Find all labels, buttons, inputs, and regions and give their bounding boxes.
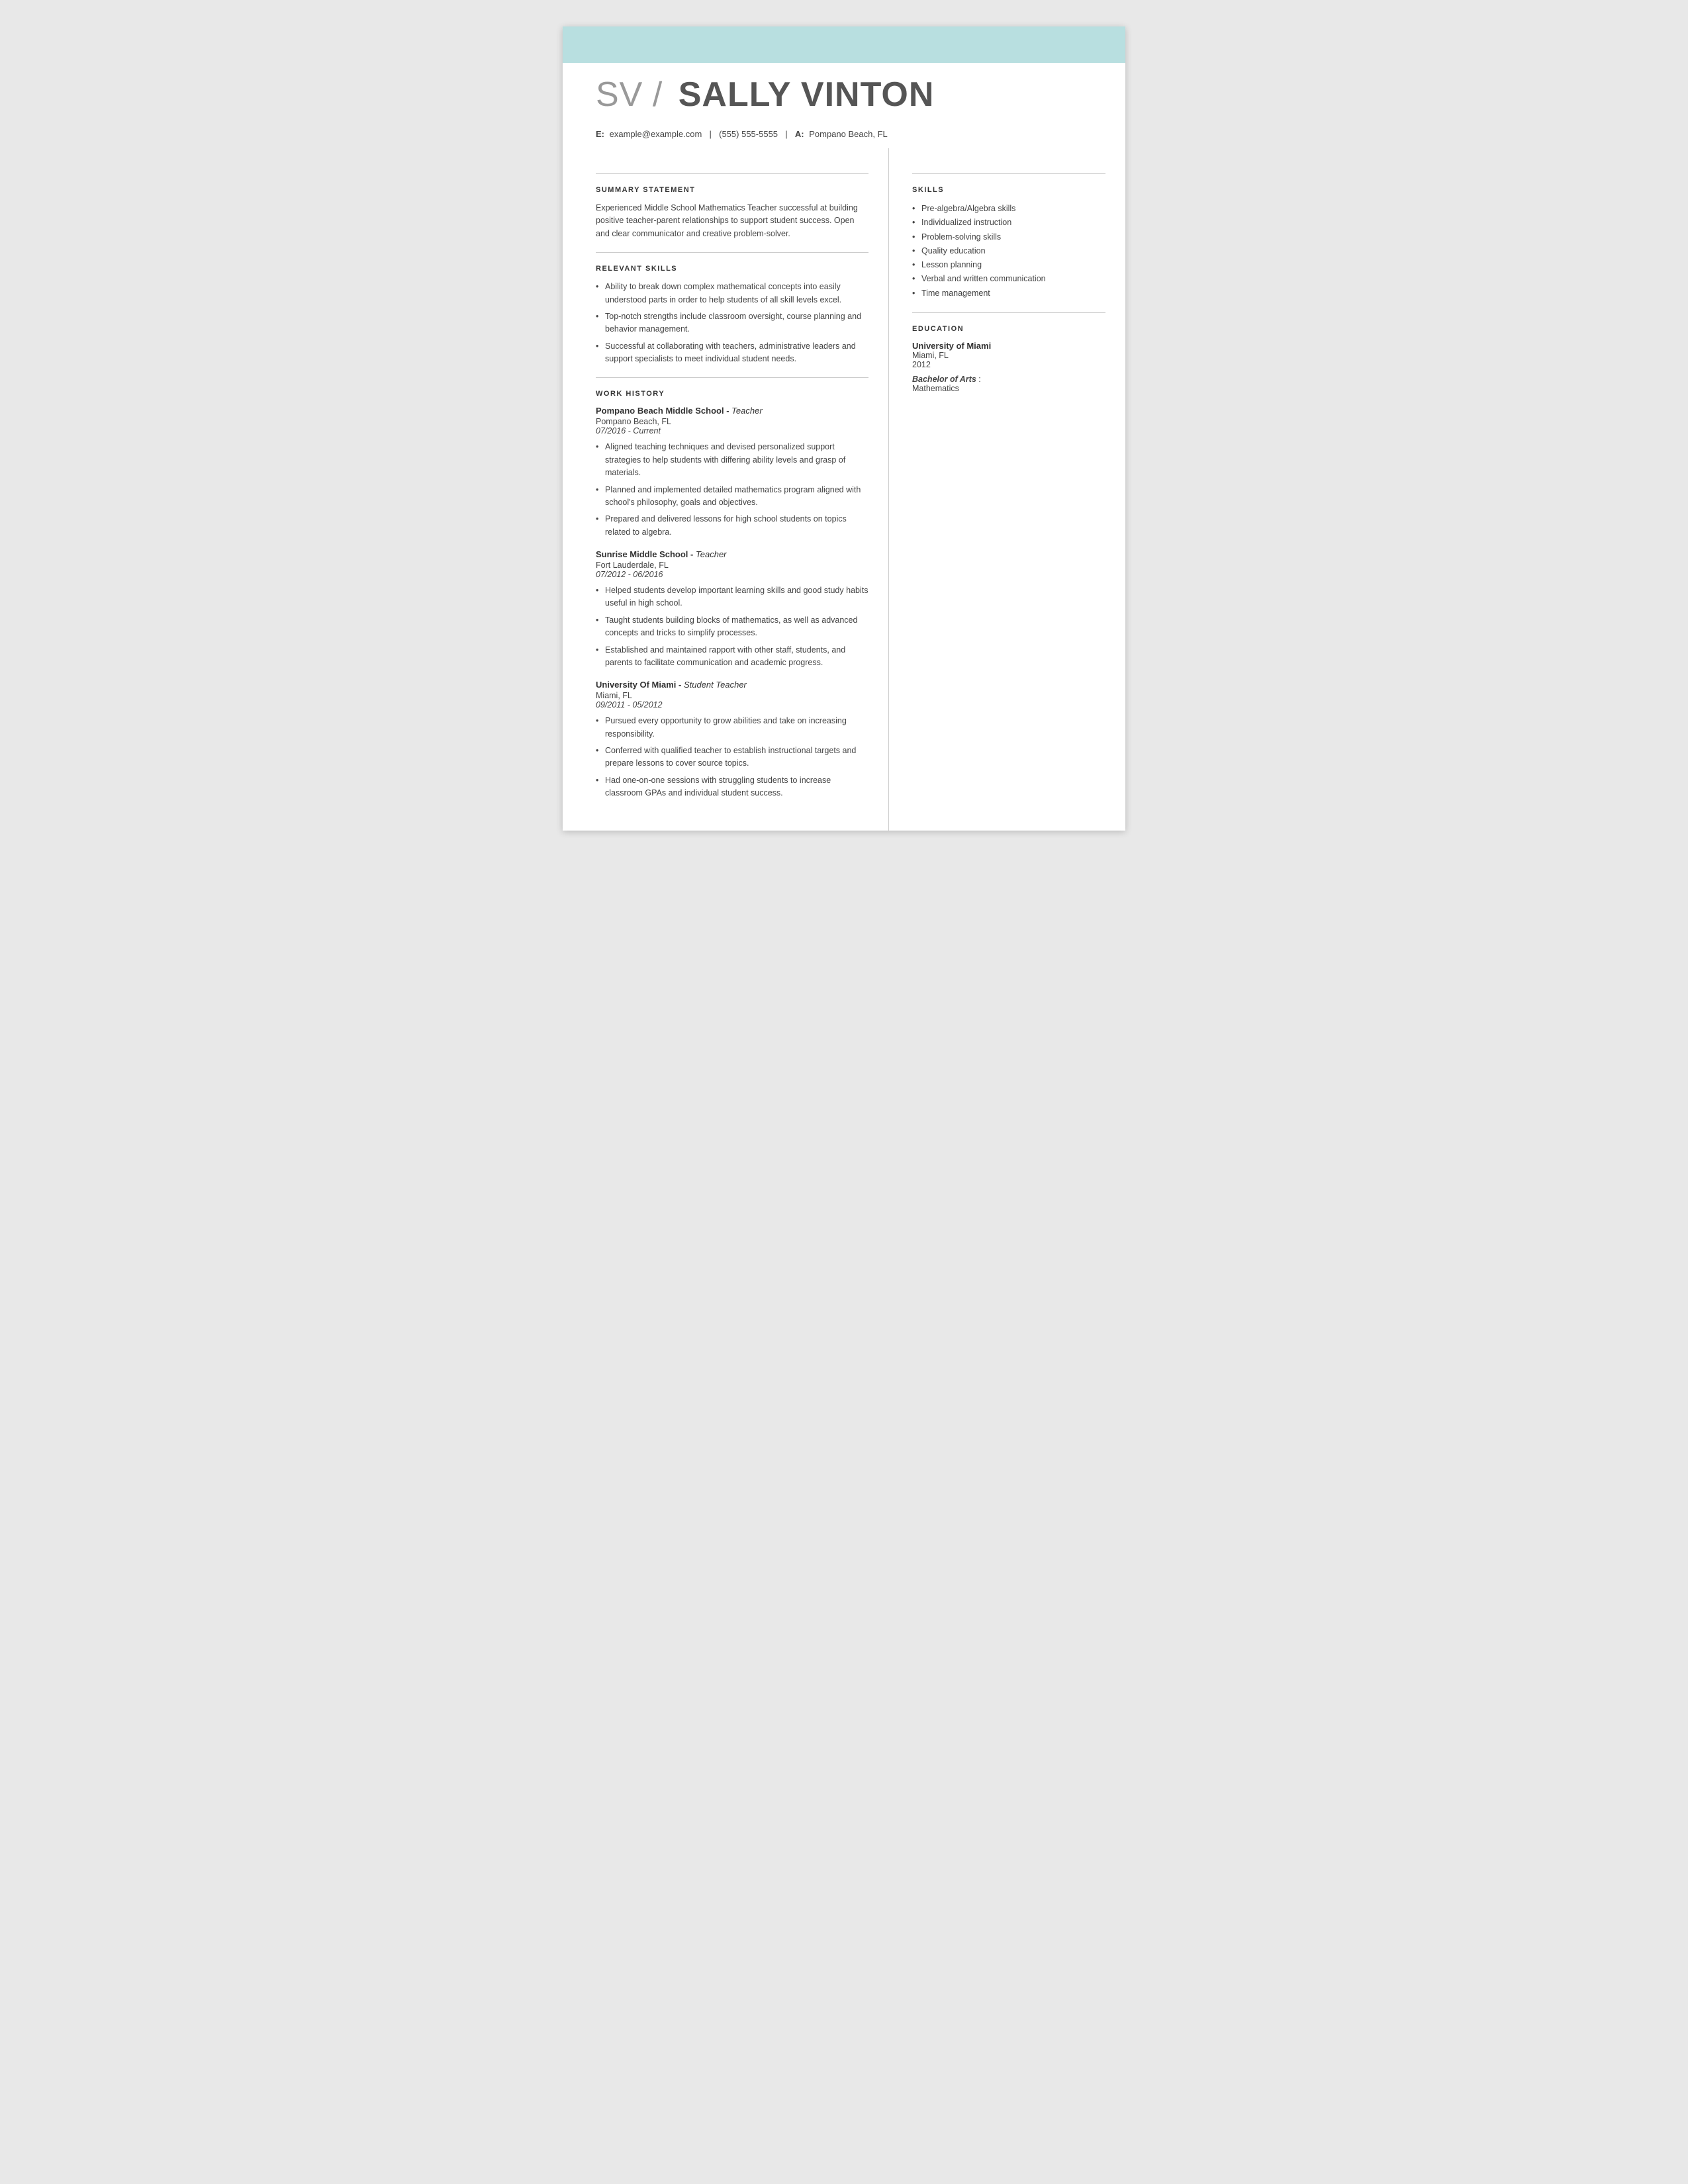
education-entry-1: University of Miami Miami, FL 2012 Bache… (912, 341, 1105, 393)
list-item: Top-notch strengths include classroom ov… (596, 310, 868, 336)
header-banner (563, 26, 1125, 63)
job-dates-3: 09/2011 - 05/2012 (596, 700, 868, 709)
header-fullname: SALLY VINTON (679, 75, 935, 114)
job-company-2: Sunrise Middle School (596, 549, 688, 559)
job-bullets-1: Aligned teaching techniques and devised … (596, 441, 868, 539)
list-item: Prepared and delivered lessons for high … (596, 513, 868, 539)
job-role-2: Teacher (696, 549, 727, 559)
education-divider (912, 312, 1105, 313)
list-item: Pre-algebra/Algebra skills (912, 202, 1105, 216)
summary-divider (596, 173, 868, 174)
job-location-3: Miami, FL (596, 691, 868, 700)
job-title-2: Sunrise Middle School - Teacher (596, 549, 868, 559)
list-item: Problem-solving skills (912, 230, 1105, 244)
list-item: Taught students building blocks of mathe… (596, 614, 868, 640)
work-history-title: WORK HISTORY (596, 390, 868, 398)
address-value: Pompano Beach, FL (809, 129, 888, 139)
edu-institution-1: University of Miami (912, 341, 1105, 351)
relevant-skills-title: RELEVANT SKILLS (596, 265, 868, 273)
job-title-3: University Of Miami - Student Teacher (596, 680, 868, 690)
list-item: Helped students develop important learni… (596, 584, 868, 610)
edu-location-1: Miami, FL (912, 351, 1105, 360)
job-role-1: Teacher (731, 406, 763, 416)
list-item: Aligned teaching techniques and devised … (596, 441, 868, 479)
job-dash-1: - (726, 406, 731, 416)
skills-title: SKILLS (912, 186, 1105, 194)
job-location-2: Fort Lauderdale, FL (596, 561, 868, 570)
relevant-skills-list: Ability to break down complex mathematic… (596, 281, 868, 365)
list-item: Conferred with qualified teacher to esta… (596, 745, 868, 770)
header-name-section: SV / SALLY VINTON (563, 63, 1125, 124)
job-role-3: Student Teacher (684, 680, 747, 690)
summary-title: SUMMARY STATEMENT (596, 186, 868, 194)
edu-degree-colon: : (978, 375, 980, 384)
relevant-skills-divider (596, 252, 868, 253)
skills-divider (912, 173, 1105, 174)
job-dates-1: 07/2016 - Current (596, 426, 868, 435)
summary-body: Experienced Middle School Mathematics Te… (596, 202, 868, 240)
right-column: SKILLS Pre-algebra/Algebra skills Indivi… (889, 148, 1125, 831)
edu-field-1: Mathematics (912, 384, 959, 393)
list-item: Had one-on-one sessions with struggling … (596, 774, 868, 800)
contact-bar: E: example@example.com | (555) 555-5555 … (563, 124, 1125, 148)
address-label: A: (795, 129, 804, 139)
email-label: E: (596, 129, 604, 139)
job-company-1: Pompano Beach Middle School (596, 406, 724, 416)
list-item: Verbal and written communication (912, 272, 1105, 286)
job-bullets-2: Helped students develop important learni… (596, 584, 868, 669)
skills-list: Pre-algebra/Algebra skills Individualize… (912, 202, 1105, 300)
job-location-1: Pompano Beach, FL (596, 417, 868, 426)
edu-degree-label-1: Bachelor of Arts (912, 375, 976, 384)
job-title-1: Pompano Beach Middle School - Teacher (596, 406, 868, 416)
job-dates-2: 07/2012 - 06/2016 (596, 570, 868, 579)
list-item: Successful at collaborating with teacher… (596, 340, 868, 366)
header-initials: SV (596, 75, 643, 114)
job-dash-2: - (690, 549, 696, 559)
job-block-3: University Of Miami - Student Teacher Mi… (596, 680, 868, 799)
job-dash-3: - (679, 680, 684, 690)
list-item: Ability to break down complex mathematic… (596, 281, 868, 306)
email-value: example@example.com (610, 129, 702, 139)
job-company-3: University Of Miami (596, 680, 676, 690)
job-block-2: Sunrise Middle School - Teacher Fort Lau… (596, 549, 868, 669)
contact-divider2: | (783, 129, 792, 139)
job-block-1: Pompano Beach Middle School - Teacher Po… (596, 406, 868, 539)
contact-divider1: | (707, 129, 716, 139)
content-area: SUMMARY STATEMENT Experienced Middle Sch… (563, 148, 1125, 831)
left-column: SUMMARY STATEMENT Experienced Middle Sch… (563, 148, 889, 831)
list-item: Quality education (912, 244, 1105, 258)
list-item: Established and maintained rapport with … (596, 644, 868, 670)
edu-degree-1: Bachelor of Arts : Mathematics (912, 375, 1105, 393)
education-title: EDUCATION (912, 325, 1105, 333)
phone-value: (555) 555-5555 (719, 129, 778, 139)
list-item: Pursued every opportunity to grow abilit… (596, 715, 868, 741)
job-bullets-3: Pursued every opportunity to grow abilit… (596, 715, 868, 799)
resume-page: SV / SALLY VINTON E: example@example.com… (563, 26, 1125, 831)
edu-year-1: 2012 (912, 360, 1105, 369)
work-history-divider (596, 377, 868, 378)
header-separator: / (653, 75, 672, 114)
list-item: Individualized instruction (912, 216, 1105, 230)
list-item: Lesson planning (912, 258, 1105, 272)
list-item: Planned and implemented detailed mathema… (596, 484, 868, 510)
list-item: Time management (912, 287, 1105, 300)
